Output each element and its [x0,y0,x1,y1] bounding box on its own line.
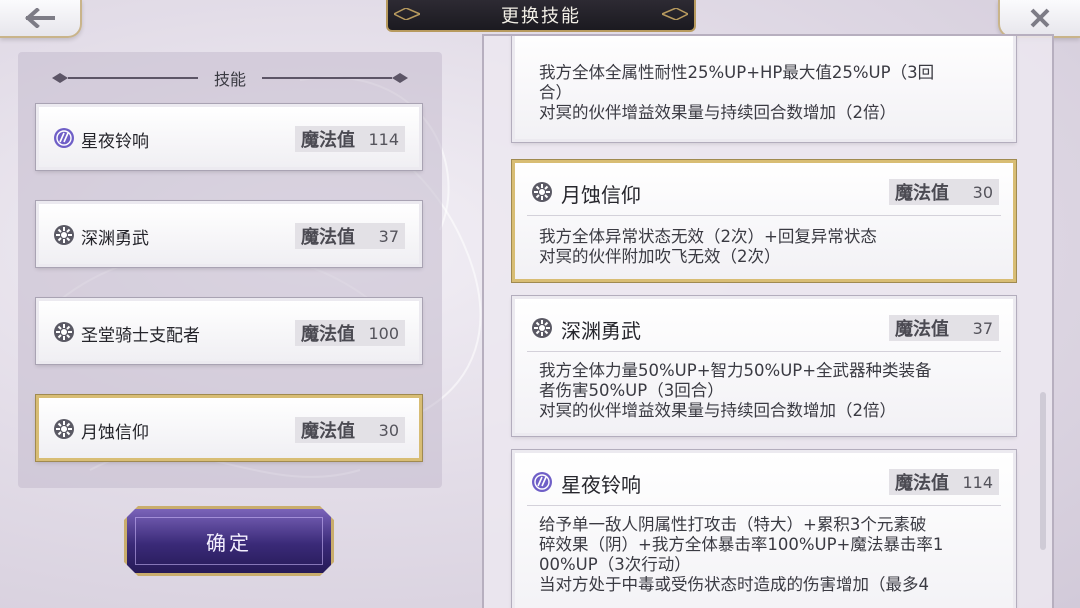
card-divider [527,351,1001,352]
mp-value: 37 [378,226,399,246]
magic-circle-icon [54,128,74,148]
gear-flower-icon [532,182,552,202]
mp-cost-badge: 魔法值 114 [889,469,999,495]
skill-section-header: 技能 [18,66,442,90]
skill-detail-list[interactable]: 我方全体全属性耐性25%UP+HP最大值25%UP（3回 合） 对冥的伙伴增益效… [482,34,1054,608]
mp-label: 魔法值 [301,324,355,345]
header-ornament-right [262,73,408,83]
mp-cost-badge: 魔法值 100 [295,320,405,346]
mp-cost-badge: 魔法值 114 [295,126,405,152]
skill-detail-card-starry-night-bell[interactable]: 星夜铃响 魔法值 114 给予单一敌人阴属性打攻击（特大）+累积3个元素破 碎效… [512,450,1016,608]
gear-flower-icon [532,318,552,338]
header-ornament-left [52,73,198,83]
description-line: 我方全体力量50%UP+智力50%UP+全武器种类装备 [539,361,932,380]
skill-detail-card-partial[interactable]: 我方全体全属性耐性25%UP+HP最大值25%UP（3回 合） 对冥的伙伴增益效… [512,36,1016,142]
mp-value: 100 [368,323,399,343]
gear-flower-icon [54,419,74,439]
card-divider [527,505,1001,506]
description-line: 对冥的伙伴增益效果量与持续回合数增加（2倍） [539,401,896,420]
close-icon [1030,8,1050,28]
skill-slot-panel: 技能 星夜铃响 魔法值 114 深渊勇武 魔法值 37 圣堂骑士支配者 魔法值 … [18,52,442,488]
mp-value: 30 [378,420,399,440]
back-button[interactable] [0,0,82,38]
skill-detail-name: 深渊勇武 [561,319,641,343]
title-ornament-right [662,8,688,20]
title-ornament-left [394,8,420,20]
mp-value: 114 [962,472,993,492]
description-line: 我方全体异常状态无效（2次）+回复异常状态 [539,227,877,246]
skill-name: 月蚀信仰 [81,423,149,443]
skill-description: 我方全体全属性耐性25%UP+HP最大值25%UP（3回 合） 对冥的伙伴增益效… [539,63,985,123]
skill-detail-card-moon-eclipse[interactable]: 月蚀信仰 魔法值 30 我方全体异常状态无效（2次）+回复异常状态 对冥的伙伴附… [512,160,1016,282]
skill-name: 圣堂骑士支配者 [81,326,200,346]
mp-value: 30 [972,182,993,202]
description-line: 碎效果（阴）+我方全体暴击率100%UP+魔法暴击率1 [539,535,944,554]
skill-detail-name: 月蚀信仰 [561,183,641,207]
gear-flower-icon [54,225,74,245]
description-line: 给予单一敌人阴属性打攻击（特大）+累积3个元素破 [539,515,927,534]
description-line: 合） [539,83,572,102]
skill-slot-3[interactable]: 圣堂骑士支配者 魔法值 100 [36,298,422,364]
mp-cost-badge: 魔法值 37 [889,315,999,341]
description-line: 者伤害50%UP（3回合） [539,381,724,400]
skill-detail-card-abyss-valor[interactable]: 深渊勇武 魔法值 37 我方全体力量50%UP+智力50%UP+全武器种类装备 … [512,296,1016,436]
mp-cost-badge: 魔法值 30 [889,179,999,205]
mp-label: 魔法值 [301,130,355,151]
mp-label: 魔法值 [895,319,949,340]
mp-label: 魔法值 [301,227,355,248]
skill-name: 星夜铃响 [81,132,149,152]
description-line: 对冥的伙伴附加吹飞无效（2次） [539,247,781,266]
skill-slot-1[interactable]: 星夜铃响 魔法值 114 [36,104,422,170]
mp-label: 魔法值 [301,421,355,442]
skill-name: 深渊勇武 [81,229,149,249]
page-title-bar: 更换技能 [386,0,696,32]
mp-label: 魔法值 [895,183,949,204]
skill-description: 我方全体异常状态无效（2次）+回复异常状态 对冥的伙伴附加吹飞无效（2次） [539,227,985,267]
back-arrow-icon [25,8,55,28]
skill-description: 我方全体力量50%UP+智力50%UP+全武器种类装备 者伤害50%UP（3回合… [539,361,985,421]
close-button[interactable] [998,0,1080,38]
description-line: 当对方处于中毒或受伤状态时造成的伤害增加（最多4 [539,575,929,594]
skill-section-title: 技能 [213,70,246,89]
mp-value: 37 [972,318,993,338]
description-line: 00%UP（3次行动） [539,555,691,574]
mp-label: 魔法值 [895,473,949,494]
card-divider [527,215,1001,216]
skill-slot-2[interactable]: 深渊勇武 魔法值 37 [36,201,422,267]
mp-cost-badge: 魔法值 30 [295,417,405,443]
page-title: 更换技能 [501,6,581,27]
confirm-button[interactable]: 确定 [124,506,334,576]
skill-description: 给予单一敌人阴属性打攻击（特大）+累积3个元素破 碎效果（阴）+我方全体暴击率1… [539,515,985,595]
confirm-button-inner-frame [135,517,323,565]
description-line: 对冥的伙伴增益效果量与持续回合数增加（2倍） [539,103,896,122]
gear-flower-icon [54,322,74,342]
description-line: 我方全体全属性耐性25%UP+HP最大值25%UP（3回 [539,63,935,82]
list-scrollbar[interactable] [1040,392,1046,550]
mp-value: 114 [368,129,399,149]
skill-slot-4[interactable]: 月蚀信仰 魔法值 30 [36,395,422,461]
mp-cost-badge: 魔法值 37 [295,223,405,249]
skill-detail-name: 星夜铃响 [561,473,641,497]
magic-circle-icon [532,472,552,492]
